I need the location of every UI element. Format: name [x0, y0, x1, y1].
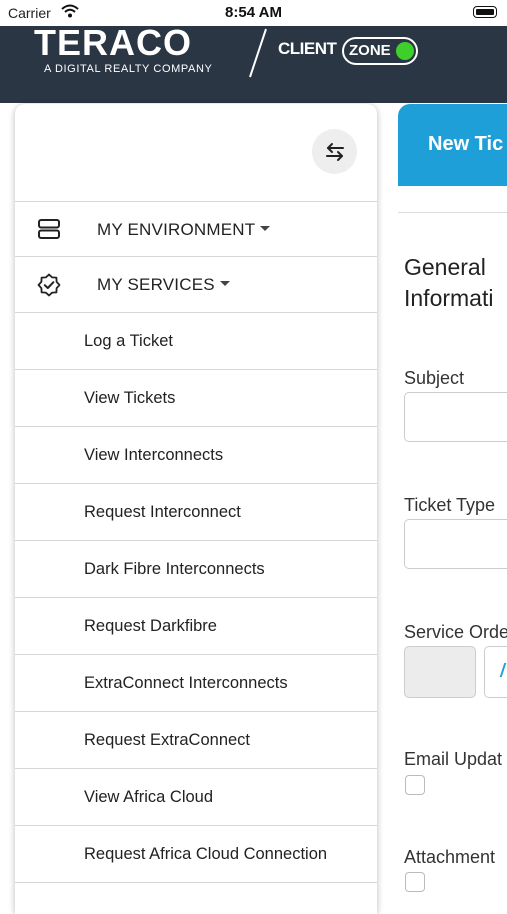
email-updates-checkbox[interactable] — [405, 775, 425, 795]
service-order-label: Service Orde — [404, 622, 507, 642]
subject-input[interactable] — [404, 392, 507, 442]
clock-time: 8:54 AM — [225, 4, 282, 21]
menu-item-view-interconnects[interactable]: View Interconnects — [15, 427, 377, 484]
logo-tagline: A DIGITAL REALTY COMPANY — [44, 63, 213, 75]
menu-item-label: Request Africa Cloud Connection — [84, 845, 328, 863]
subject-label: Subject — [404, 368, 465, 388]
menu-item-extraconnect-interconnects[interactable]: ExtraConnect Interconnects — [15, 655, 377, 712]
menu-item-dark-fibre-interconnects[interactable]: Dark Fibre Interconnects — [15, 541, 377, 598]
caret-down-icon — [219, 281, 230, 287]
badge-check-icon — [37, 273, 61, 302]
menu-item-view-africa-cloud[interactable]: View Africa Cloud — [15, 769, 377, 826]
menu-item-request-extraconnect[interactable]: Request ExtraConnect — [15, 712, 377, 769]
attachment-label: Attachment — [404, 847, 496, 867]
divider-slash — [249, 28, 267, 78]
heading-line-2: Informati — [404, 285, 494, 311]
service-order-field[interactable] — [404, 646, 476, 698]
section-my-environment[interactable]: MY ENVIRONMENT — [15, 201, 377, 257]
menu-item-label: Request Interconnect — [84, 503, 241, 521]
menu-item-label: View Africa Cloud — [84, 788, 214, 806]
menu-item-request-darkfibre[interactable]: Request Darkfibre — [15, 598, 377, 655]
menu-item-request-africa-cloud-connection[interactable]: Request Africa Cloud Connection — [15, 826, 377, 883]
caret-down-icon — [260, 226, 271, 232]
general-information-heading: General Informati — [404, 252, 493, 314]
heading-line-1: General — [404, 254, 486, 280]
zone-pill: ZONE — [342, 37, 418, 65]
client-label: CLIENT — [278, 39, 337, 58]
section-my-services[interactable]: MY SERVICES — [15, 257, 377, 313]
app-header: TERACO A DIGITAL REALTY COMPANY CLIENT Z… — [0, 13, 507, 103]
drawer-toggle-button[interactable] — [312, 129, 357, 174]
menu-item-view-tickets[interactable]: View Tickets — [15, 370, 377, 427]
server-icon — [37, 218, 61, 245]
ticket-type-label: Ticket Type — [404, 495, 496, 515]
battery-icon — [473, 6, 497, 18]
menu-item-label: Request Darkfibre — [84, 617, 217, 635]
section-label: MY ENVIRONMENT — [97, 220, 271, 240]
menu-item-request-interconnect[interactable]: Request Interconnect — [15, 484, 377, 541]
attachment-checkbox[interactable] — [405, 872, 425, 892]
email-updates-label: Email Updat — [404, 749, 503, 769]
menu-item-label: View Interconnects — [84, 446, 224, 464]
menu-item-label: ExtraConnect Interconnects — [84, 674, 288, 692]
section-label: MY SERVICES — [97, 275, 230, 295]
ticket-type-select[interactable] — [404, 519, 507, 569]
menu-item-label: Request ExtraConnect — [84, 731, 251, 749]
menu-item-label: Dark Fibre Interconnects — [84, 560, 265, 578]
new-ticket-title: New Tic — [428, 133, 504, 155]
zone-label: ZONE — [349, 42, 391, 59]
menu-item-label: View Tickets — [84, 389, 176, 407]
swap-arrows-icon — [325, 142, 344, 161]
zone-status-dot — [396, 42, 414, 60]
menu-item-log-ticket[interactable]: Log a Ticket — [15, 313, 377, 370]
status-bar: Carrier 8:54 AM — [0, 0, 507, 26]
form-divider — [398, 212, 507, 213]
teraco-logo: TERACO — [34, 22, 192, 63]
nav-drawer: MY ENVIRONMENT MY SERVICES Log a Ticket … — [15, 104, 377, 914]
menu-item-label: Log a Ticket — [84, 332, 173, 350]
